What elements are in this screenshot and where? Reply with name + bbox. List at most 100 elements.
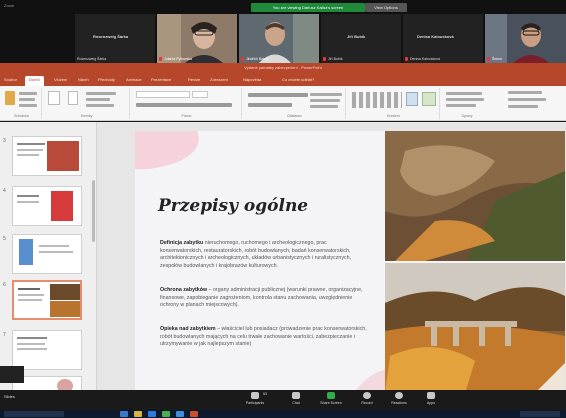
participant-tile[interactable]: Denisa Kalousková Denisa Kalousková: [403, 14, 483, 63]
muted-mic-icon: [323, 57, 326, 61]
powerpoint-title-bar: Vydané památky zabezpečení - PowerPoint: [0, 63, 566, 74]
group-slides: Snímky: [44, 88, 130, 119]
participant-label: Jolanta Pytlowska: [164, 57, 193, 61]
font-name-input[interactable]: [136, 91, 190, 98]
participant-name: Rosenzweig Šárka: [93, 34, 129, 39]
zoom-top-bar: Zoom You are viewing Dariusz Kalisz's sc…: [0, 0, 566, 14]
video-feed: [239, 14, 319, 63]
participant-label: Rosenzweig Šárka: [77, 57, 107, 61]
slide-thumbnail-panel: 3 4 5 6 7: [0, 122, 97, 392]
slide-number: 5: [3, 236, 6, 242]
group-label: Schránka: [14, 114, 29, 118]
slide-thumbnail[interactable]: [12, 136, 82, 176]
quick-styles-icon[interactable]: [422, 92, 436, 106]
window-title: Zoom: [4, 3, 15, 8]
tab-file[interactable]: Soubor: [4, 77, 17, 82]
thumbnail-scrollbar[interactable]: [92, 180, 95, 242]
editing-commands: [508, 88, 548, 113]
folder-icon[interactable]: [134, 411, 142, 417]
zoom-app-icon[interactable]: [176, 411, 184, 417]
muted-mic-icon: [487, 57, 490, 61]
group-drawing: Kreslení: [348, 88, 440, 119]
app-icon[interactable]: [162, 411, 170, 417]
tab-help[interactable]: Nápověda: [243, 77, 261, 82]
new-slide-icon[interactable]: [48, 91, 60, 105]
reactions-button[interactable]: Reactions: [384, 392, 414, 405]
tab-home[interactable]: Domů: [25, 76, 44, 86]
slide-paragraph[interactable]: Definicja zabytku nieruchomego, ruchomeg…: [160, 240, 370, 270]
powerpoint-app-icon[interactable]: [190, 411, 198, 417]
tab-design[interactable]: Návrh: [78, 77, 89, 82]
slide-thumbnail-selected[interactable]: [12, 280, 82, 320]
video-feed: [157, 14, 237, 63]
slide-thumbnail[interactable]: [12, 330, 82, 370]
browser-icon[interactable]: [148, 411, 156, 417]
self-view-thumbnail: [0, 366, 24, 383]
participants-count: 53: [263, 392, 267, 396]
tab-animations[interactable]: Animace: [126, 77, 142, 82]
group-label: Písmo: [181, 114, 192, 118]
explorer-icon[interactable]: [120, 411, 128, 417]
slide-thumbnail[interactable]: [12, 234, 82, 274]
slide-number: 4: [3, 188, 6, 194]
slide-paragraph[interactable]: Opieka nad zabytkiem – właściciel lub po…: [160, 326, 370, 349]
participant-tile[interactable]: Šimon: [485, 14, 566, 63]
muted-mic-icon: [159, 57, 162, 61]
tab-view[interactable]: Zobrazení: [210, 77, 228, 82]
tab-insert[interactable]: Vložení: [54, 77, 67, 82]
participant-label: Jiří Bubík: [328, 57, 343, 61]
participant-name: Denisa Kalousková: [417, 34, 454, 39]
tab-transitions[interactable]: Přechody: [98, 77, 115, 82]
share-screen-button[interactable]: Share Screen: [316, 392, 346, 405]
record-button[interactable]: Record: [352, 392, 382, 405]
arrange-icon[interactable]: [406, 92, 418, 106]
participant-tile[interactable]: Jindřich Balcar: [239, 14, 319, 63]
paragraph-heading: Opieka nad zabytkiem: [160, 326, 216, 332]
participant-label: Jindřich Balcar: [246, 57, 269, 61]
system-tray: [520, 411, 560, 417]
participant-label: Denisa Kalousková: [410, 57, 440, 61]
shapes-gallery[interactable]: [352, 92, 402, 108]
reactions-label: Reactions: [391, 401, 407, 405]
slide-number: 3: [3, 138, 6, 144]
chat-button[interactable]: Chat: [281, 392, 311, 405]
video-feed: [485, 14, 566, 63]
paste-icon[interactable]: [5, 91, 15, 105]
tab-slideshow[interactable]: Prezentace: [151, 77, 171, 82]
reactions-icon: [395, 392, 403, 399]
participants-label: Participants: [245, 401, 265, 405]
participants-icon: [251, 392, 259, 399]
apps-button[interactable]: Apps: [416, 392, 446, 405]
paragraph-heading: Definicja zabytku: [160, 240, 204, 246]
apps-icon: [427, 392, 435, 399]
reuse-slide-icon[interactable]: [68, 91, 78, 105]
slide-number: 6: [3, 282, 6, 288]
group-label: Snímky: [80, 114, 93, 118]
slide-thumbnail[interactable]: [12, 186, 82, 226]
chat-label: Chat: [292, 401, 300, 405]
slide-paragraph[interactable]: Ochrona zabytków – organy administracji …: [160, 287, 370, 310]
group-label: Úpravy: [461, 114, 473, 118]
tab-review[interactable]: Revize: [188, 77, 200, 82]
group-font: Písmo: [132, 88, 242, 119]
slide-number: 7: [3, 332, 6, 338]
participant-tile[interactable]: Rosenzweig Šárka Rosenzweig Šárka: [75, 14, 155, 63]
viewing-share-banner: You are viewing Dariusz Kalisz's screen: [251, 3, 365, 12]
participant-tile[interactable]: Jolanta Pytlowska: [157, 14, 237, 63]
group-clipboard: Schránka: [2, 88, 42, 119]
tell-me-search[interactable]: Co chcete udělat?: [282, 77, 314, 82]
zoom-meeting-controls: Slides Participants 53 Chat Share Screen…: [0, 390, 566, 410]
record-label: Record: [361, 401, 373, 405]
view-options-button[interactable]: View Options: [365, 3, 407, 12]
share-screen-label: Share Screen: [320, 401, 342, 405]
slide-title[interactable]: Przepisy ogólne: [158, 196, 308, 216]
taskbar-search[interactable]: [4, 411, 64, 417]
font-size-input[interactable]: [192, 91, 208, 98]
participant-gallery: Rosenzweig Šárka Rosenzweig Šárka Jolant…: [0, 14, 566, 63]
participant-name: Jiří Bubík: [347, 34, 366, 39]
participant-label: Šimon: [492, 57, 502, 61]
share-screen-icon: [327, 392, 335, 399]
group-editing: Úpravy: [442, 88, 492, 119]
record-icon: [363, 392, 371, 399]
participant-tile[interactable]: Jiří Bubík Jiří Bubík: [321, 14, 401, 63]
